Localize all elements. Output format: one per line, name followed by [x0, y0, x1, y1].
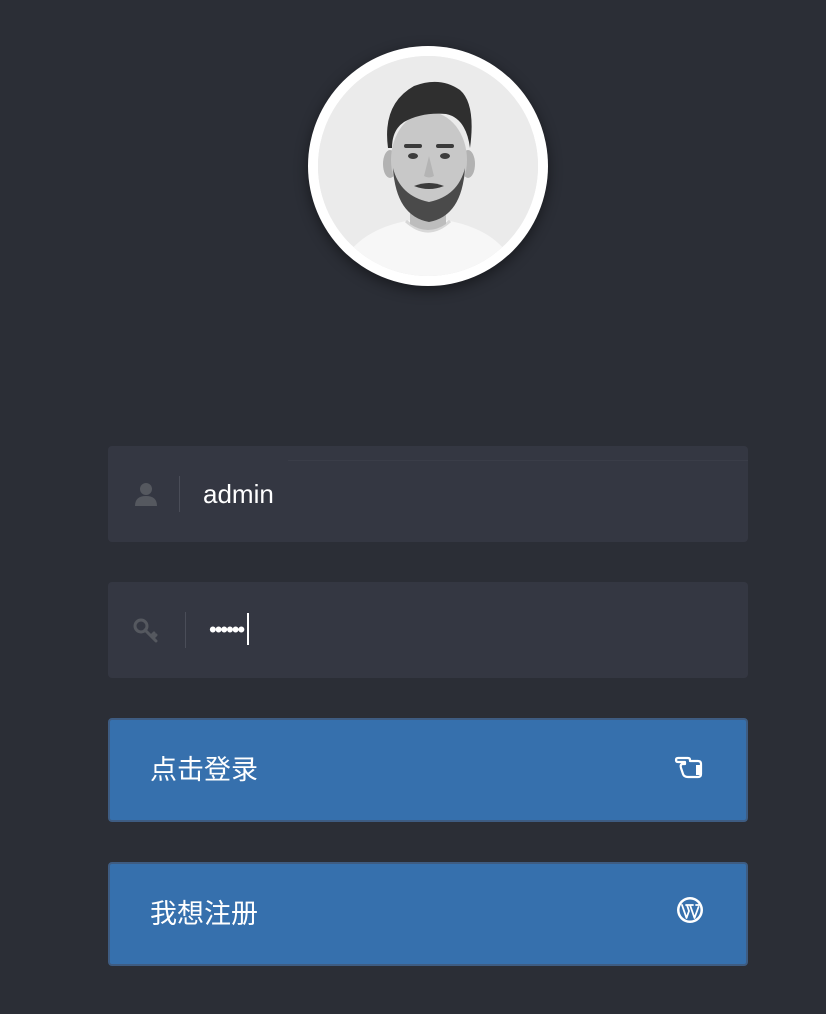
- wordpress-icon: [677, 897, 703, 923]
- password-masked-value: ••••••: [209, 617, 245, 642]
- avatar: [318, 56, 538, 276]
- key-icon: [133, 618, 158, 643]
- text-caret: [247, 613, 250, 646]
- pointing-hand-icon: [674, 756, 703, 779]
- register-button-label: 我想注册: [150, 899, 258, 930]
- field-divider-line: [288, 460, 748, 461]
- user-icon: [135, 483, 157, 506]
- login-button[interactable]: 点击登录: [108, 718, 748, 822]
- register-button[interactable]: 我想注册: [108, 862, 748, 966]
- password-field[interactable]: ••••••: [108, 582, 748, 678]
- login-button-label: 点击登录: [150, 755, 258, 786]
- field-separator: [185, 612, 186, 648]
- password-input[interactable]: ••••••: [209, 613, 250, 647]
- username-input[interactable]: admin: [203, 477, 274, 511]
- avatar-frame: [308, 46, 548, 286]
- field-separator: [179, 476, 180, 512]
- username-field[interactable]: admin: [108, 446, 748, 542]
- user-portrait-icon: [318, 56, 538, 276]
